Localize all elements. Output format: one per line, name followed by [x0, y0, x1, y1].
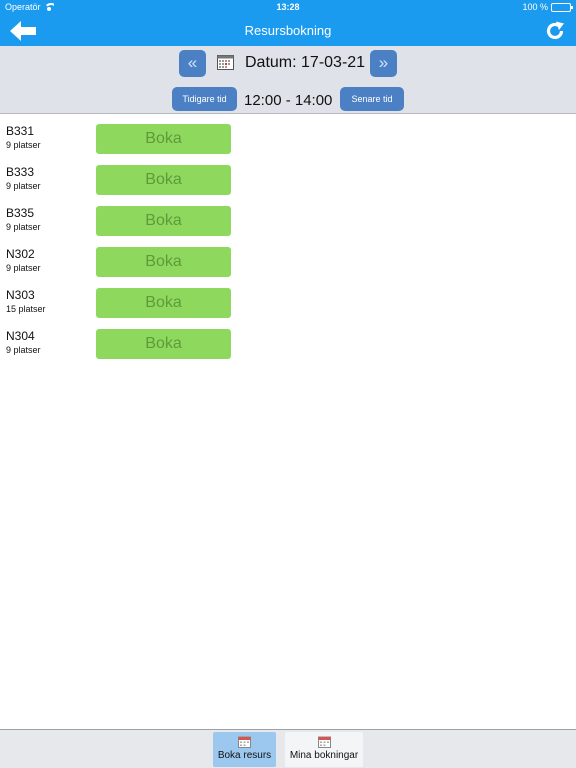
earlier-time-button[interactable]: Tidigare tid — [172, 87, 237, 111]
double-chevron-right-icon: » — [378, 53, 389, 72]
time-range-label: 12:00 - 14:00 — [244, 92, 333, 109]
next-date-button[interactable]: » — [370, 50, 397, 77]
tab-bar: Boka resurs Mina bokningar — [0, 729, 576, 768]
status-bar: Operatör 13:28 100 % — [0, 0, 576, 15]
resource-name: B333 — [6, 165, 35, 179]
book-button[interactable]: Boka — [96, 288, 231, 318]
resource-row: N304 9 platser Boka — [0, 319, 576, 360]
refresh-icon — [546, 21, 564, 40]
resource-name: N304 — [6, 329, 35, 343]
resource-seats: 9 platser — [6, 140, 41, 150]
tab-mina-bokningar[interactable]: Mina bokningar — [285, 732, 363, 767]
resource-seats: 15 platser — [6, 304, 46, 314]
refresh-button[interactable] — [544, 20, 566, 42]
title-bar: Resursbokning — [0, 15, 576, 46]
later-time-button[interactable]: Senare tid — [340, 87, 404, 111]
resource-seats: 9 platser — [6, 345, 41, 355]
book-button[interactable]: Boka — [96, 165, 231, 195]
battery-icon — [551, 2, 573, 12]
resource-name: N303 — [6, 288, 35, 302]
resource-row: N303 15 platser Boka — [0, 278, 576, 319]
tab-label: Boka resurs — [217, 750, 272, 761]
resource-seats: 9 platser — [6, 222, 41, 232]
resource-row: N302 9 platser Boka — [0, 237, 576, 278]
book-button[interactable]: Boka — [96, 247, 231, 277]
status-clock: 13:28 — [276, 2, 300, 12]
book-button[interactable]: Boka — [96, 124, 231, 154]
resource-row: B335 9 platser Boka — [0, 196, 576, 237]
battery-info: 100 % — [522, 2, 573, 12]
previous-date-button[interactable]: « — [179, 50, 206, 77]
resource-seats: 9 platser — [6, 181, 41, 191]
calendar-icon[interactable] — [217, 54, 234, 70]
date-time-controls: « Datum: 17-03-21 » Tidigare tid 12:00 -… — [0, 46, 576, 114]
resource-seats: 9 platser — [6, 263, 41, 273]
book-button[interactable]: Boka — [96, 329, 231, 359]
book-button[interactable]: Boka — [96, 206, 231, 236]
calendar-icon — [317, 736, 331, 748]
resource-row: B331 9 platser Boka — [0, 114, 576, 155]
page-title: Resursbokning — [244, 23, 332, 38]
battery-label: 100 % — [522, 2, 548, 12]
tab-boka-resurs[interactable]: Boka resurs — [213, 732, 276, 767]
resource-row: B333 9 platser Boka — [0, 155, 576, 196]
double-chevron-left-icon: « — [187, 53, 198, 72]
tab-label: Mina bokningar — [289, 750, 359, 761]
resource-name: B331 — [6, 124, 35, 138]
date-label: Datum: 17-03-21 — [245, 54, 366, 71]
resource-name: B335 — [6, 206, 35, 220]
resource-name: N302 — [6, 247, 35, 261]
calendar-icon — [238, 736, 251, 748]
